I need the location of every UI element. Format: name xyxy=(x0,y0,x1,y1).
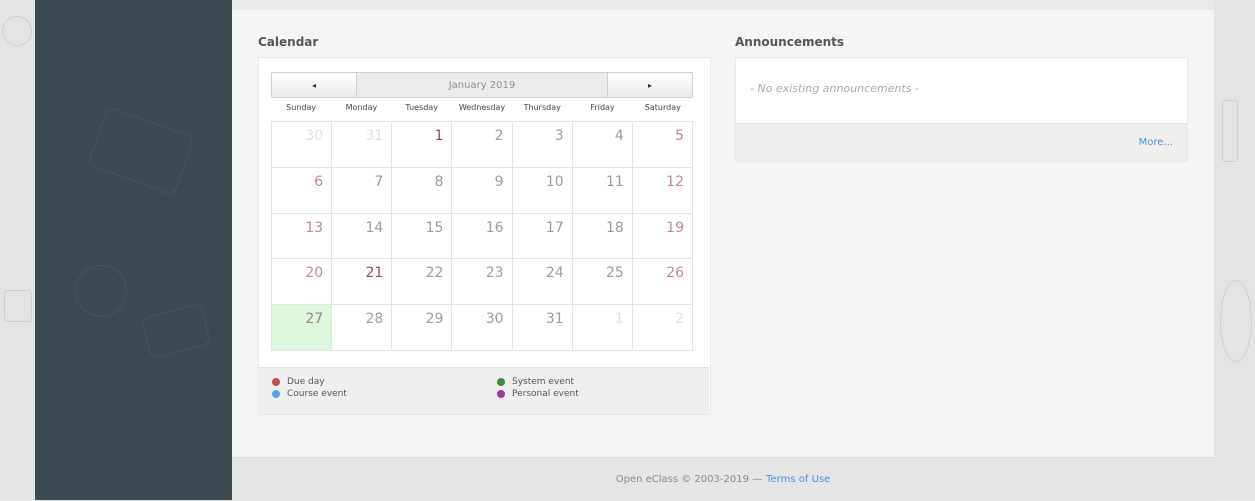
legend-label: Due day xyxy=(287,377,325,387)
calendar-day-cell[interactable]: 30 xyxy=(272,122,333,168)
weekday-label: Saturday xyxy=(644,103,681,112)
sidebar xyxy=(35,0,232,500)
calendar-day-cell[interactable]: 1 xyxy=(572,305,633,351)
weekday-label: Thursday xyxy=(523,103,561,112)
caret-left-icon: ◂ xyxy=(311,80,316,90)
weekday-label: Tuesday xyxy=(405,103,438,112)
calendar-day-cell[interactable]: 12 xyxy=(632,167,693,214)
calendar-day-cell[interactable]: 19 xyxy=(632,213,693,260)
doodle-shape-icon xyxy=(140,302,212,360)
system-event-dot-icon xyxy=(497,378,505,386)
calendar-day-cell[interactable]: 15 xyxy=(392,213,453,260)
legend-system-event: System event xyxy=(497,377,574,387)
calendar-legend: Due day Course event System event Person… xyxy=(258,367,709,414)
legend-label: Course event xyxy=(287,389,347,399)
calendar-month-title: January 2019 xyxy=(448,79,516,91)
calendar-heading: Calendar xyxy=(258,35,319,49)
calendar-day-cell[interactable]: 26 xyxy=(632,259,693,306)
legend-label: Personal event xyxy=(512,389,579,399)
calendar-day-cell[interactable]: 23 xyxy=(452,259,513,306)
calendar-day-cell[interactable]: 9 xyxy=(452,167,513,214)
calendar-day-cell[interactable]: 8 xyxy=(392,167,453,214)
calendar-day-cell[interactable]: 16 xyxy=(452,213,513,260)
calendar-day-cell[interactable]: 13 xyxy=(272,213,333,260)
background-right xyxy=(1214,0,1255,500)
announcements-heading: Announcements xyxy=(735,35,845,49)
weekday-label: Monday xyxy=(345,103,378,112)
calendar-day-cell[interactable]: 17 xyxy=(512,213,573,260)
calendar-day-cell[interactable]: 11 xyxy=(572,167,633,214)
doodle-circle-icon xyxy=(1220,280,1252,362)
calendar-day-cell[interactable]: 10 xyxy=(512,167,573,214)
due-day-dot-icon xyxy=(272,378,280,386)
calendar-day-cell[interactable]: 28 xyxy=(332,305,393,351)
weekday-label: Sunday xyxy=(286,103,317,112)
calendar-day-cell[interactable]: 2 xyxy=(452,122,513,168)
calendar-day-cell[interactable]: 21 xyxy=(332,259,393,306)
weekday-label: Friday xyxy=(590,103,615,112)
no-announcements-text: - No existing announcements - xyxy=(750,82,919,95)
calendar-day-cell[interactable]: 7 xyxy=(332,167,393,214)
prev-month-button[interactable]: ◂ xyxy=(272,73,357,97)
calendar-day-cell[interactable]: 24 xyxy=(512,259,573,306)
calendar-nav: ◂ January 2019 ▸ xyxy=(271,72,693,98)
personal-event-dot-icon xyxy=(497,390,505,398)
calendar-day-cell[interactable]: 1 xyxy=(392,122,453,168)
calendar-day-cell[interactable]: 30 xyxy=(452,305,513,351)
calendar-day-cell[interactable]: 20 xyxy=(272,259,333,306)
announcements-footer: More... xyxy=(736,123,1187,161)
doodle-circle-icon xyxy=(2,16,32,46)
caret-right-icon: ▸ xyxy=(647,80,652,90)
legend-personal-event: Personal event xyxy=(497,389,579,399)
background-left xyxy=(0,0,35,500)
doodle-book-icon xyxy=(87,106,195,196)
legend-course-event: Course event xyxy=(272,389,347,399)
doodle-clock-icon xyxy=(75,265,127,317)
calendar-day-cell[interactable]: 31 xyxy=(332,122,393,168)
calendar-day-cell[interactable]: 2 xyxy=(632,305,693,351)
course-event-dot-icon xyxy=(272,390,280,398)
weekday-label: Wednesday xyxy=(458,103,506,112)
calendar-day-cell[interactable]: 22 xyxy=(392,259,453,306)
doodle-shape-icon xyxy=(1222,100,1238,162)
legend-due-day: Due day xyxy=(272,377,325,387)
calendar-day-cell[interactable]: 5 xyxy=(632,122,693,168)
calendar-day-cell[interactable]: 27 xyxy=(272,305,333,351)
calendar-day-cell[interactable]: 18 xyxy=(572,213,633,260)
legend-label: System event xyxy=(512,377,575,387)
calendar-day-cell[interactable]: 29 xyxy=(392,305,453,351)
next-month-button[interactable]: ▸ xyxy=(607,73,692,97)
weekday-header: Sunday Monday Tuesday Wednesday Thursday… xyxy=(271,103,693,119)
calendar-grid: 30 31 1 2 3 4 5 6 7 8 9 10 11 12 13 14 15 16 17 18 19 20 21 22 2… xyxy=(271,121,693,351)
doodle-shape-icon xyxy=(4,290,32,322)
page-footer: Open eClass © 2003-2019 — Terms of Use xyxy=(232,457,1214,501)
calendar-day-cell[interactable]: 4 xyxy=(572,122,633,168)
calendar-day-cell[interactable]: 31 xyxy=(512,305,573,351)
calendar-day-cell[interactable]: 14 xyxy=(332,213,393,260)
terms-of-use-link[interactable]: Terms of Use xyxy=(766,474,830,485)
copyright-text: Open eClass © 2003-2019 — xyxy=(615,474,763,485)
calendar-day-cell[interactable]: 25 xyxy=(572,259,633,306)
more-announcements-link[interactable]: More... xyxy=(1139,137,1173,148)
calendar-day-cell[interactable]: 6 xyxy=(272,167,333,214)
calendar-day-cell[interactable]: 3 xyxy=(512,122,573,168)
